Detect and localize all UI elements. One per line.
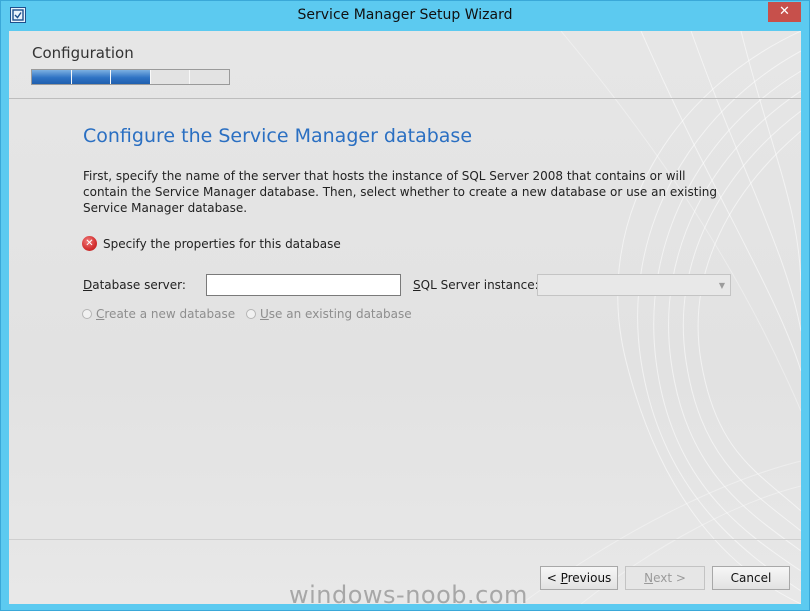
existing-database-radio[interactable]: Use an existing database bbox=[246, 307, 412, 321]
validation-message: ✕ Specify the properties for this databa… bbox=[82, 236, 341, 251]
validation-text: Specify the properties for this database bbox=[103, 236, 341, 251]
create-database-radio[interactable]: Create a new database bbox=[82, 307, 235, 321]
wizard-content: Configuration Configure the Service Mana… bbox=[9, 31, 801, 604]
database-server-label: Database server: bbox=[83, 278, 186, 292]
label-text: reate a new database bbox=[104, 307, 236, 321]
watermark: windows-noob.com bbox=[289, 581, 528, 604]
progress-segment bbox=[190, 70, 229, 84]
label-text: QL Server instance: bbox=[420, 278, 539, 292]
progress-segment bbox=[32, 70, 72, 84]
sql-instance-label: SQL Server instance: bbox=[413, 278, 539, 292]
access-key: N bbox=[644, 571, 654, 585]
access-key: U bbox=[260, 307, 269, 321]
progress-bar bbox=[31, 69, 230, 85]
decorative-swirl bbox=[520, 31, 801, 604]
close-icon: ✕ bbox=[779, 4, 790, 19]
step-title: Configuration bbox=[32, 44, 134, 62]
next-button[interactable]: Next > bbox=[625, 566, 705, 590]
button-label: ext > bbox=[653, 571, 686, 585]
cancel-button[interactable]: Cancel bbox=[712, 566, 790, 590]
sql-instance-select[interactable]: ▼ bbox=[537, 274, 731, 296]
window-title: Service Manager Setup Wizard bbox=[297, 7, 513, 23]
access-key: D bbox=[83, 278, 93, 292]
radio-circle[interactable] bbox=[246, 309, 256, 319]
wizard-header: Configuration bbox=[9, 31, 801, 99]
wizard-window: Service Manager Setup Wizard ✕ Configura… bbox=[0, 0, 810, 611]
page-heading: Configure the Service Manager database bbox=[83, 125, 473, 147]
close-button[interactable]: ✕ bbox=[768, 2, 801, 22]
radio-label: Create a new database bbox=[96, 307, 235, 321]
access-key: P bbox=[560, 571, 568, 585]
progress-segment bbox=[150, 70, 191, 84]
intro-text: First, specify the name of the server th… bbox=[83, 169, 718, 215]
previous-button[interactable]: < Previous bbox=[540, 566, 618, 590]
radio-circle[interactable] bbox=[82, 309, 92, 319]
radio-label: Use an existing database bbox=[260, 307, 412, 321]
button-label: revious bbox=[567, 571, 612, 585]
error-icon: ✕ bbox=[82, 236, 97, 251]
button-prefix: < bbox=[546, 571, 561, 585]
label-text: se an existing database bbox=[268, 307, 412, 321]
progress-segment bbox=[111, 70, 151, 84]
database-server-input[interactable] bbox=[206, 274, 401, 296]
access-key: S bbox=[413, 278, 421, 292]
title-bar[interactable]: Service Manager Setup Wizard ✕ bbox=[1, 1, 809, 31]
chevron-down-icon: ▼ bbox=[718, 281, 725, 290]
label-text: atabase server: bbox=[92, 278, 186, 292]
footer-divider bbox=[9, 539, 801, 540]
progress-segment bbox=[71, 70, 112, 84]
